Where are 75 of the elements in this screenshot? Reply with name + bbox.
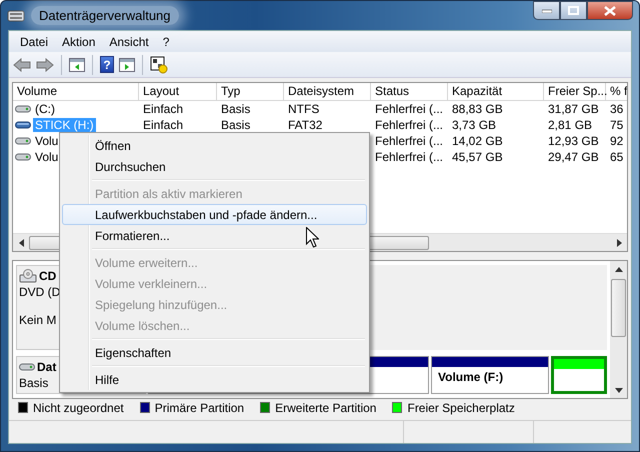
drive-label[interactable]: (C:) — [33, 102, 57, 116]
minimize-icon — [542, 8, 552, 12]
partition-block[interactable]: Volume (F:) — [431, 356, 549, 394]
menu-option[interactable]: Laufwerkbuchstaben und -pfade ändern... — [62, 204, 367, 225]
legend-label: Primäre Partition — [154, 400, 244, 414]
back-icon[interactable] — [13, 58, 31, 72]
table-cell: 36 — [610, 102, 624, 116]
legend-label: Freier Speicherplatz — [407, 400, 515, 414]
disk-name: Dat — [37, 360, 56, 374]
column-header[interactable]: Typ — [217, 83, 284, 100]
app-icon — [7, 8, 25, 24]
forward-icon[interactable] — [36, 58, 54, 72]
cd-drive-icon — [19, 269, 37, 283]
table-cell: 29,47 GB — [548, 150, 599, 164]
partition-label: Volume (F:) — [438, 370, 504, 384]
drive-icon — [15, 136, 31, 146]
menu-option[interactable]: Öffnen — [62, 135, 367, 156]
table-cell: 65 — [610, 150, 624, 164]
close-button[interactable] — [587, 1, 633, 20]
drive-label[interactable]: Volu — [33, 134, 60, 148]
table-cell: Basis — [221, 118, 250, 132]
menu-item[interactable]: Ansicht — [102, 32, 156, 50]
partition-block[interactable] — [551, 356, 607, 394]
menu-item[interactable]: Aktion — [55, 32, 102, 50]
table-cell: 12,93 GB — [548, 134, 599, 148]
table-cell: 2,81 GB — [548, 118, 592, 132]
maximize-icon — [568, 6, 579, 15]
panel-icon[interactable] — [69, 58, 85, 72]
table-cell: Einfach — [143, 118, 184, 132]
drive-icon — [15, 104, 31, 114]
usb-drive-icon — [15, 120, 31, 130]
disk-name: CD — [39, 269, 56, 283]
menu-item[interactable]: ? — [156, 32, 176, 50]
table-cell: Fehlerfrei (... — [375, 118, 444, 132]
table-cell: 45,57 GB — [452, 150, 503, 164]
disk-info: Kein M — [19, 313, 56, 327]
menu-option[interactable]: Hilfe — [62, 369, 367, 390]
column-header[interactable]: Status — [371, 83, 448, 100]
column-header[interactable]: Freier Sp... — [544, 83, 606, 100]
maximize-button[interactable] — [560, 1, 587, 20]
table-cell: 14,02 GB — [452, 134, 503, 148]
table-cell: 88,83 GB — [452, 102, 503, 116]
table-cell: Einfach — [143, 102, 184, 116]
help-icon[interactable]: ? — [100, 56, 114, 73]
column-header[interactable]: Kapazität — [448, 83, 544, 100]
table-cell: Fehlerfrei (... — [375, 102, 444, 116]
disk-info: Basis — [19, 376, 48, 390]
menu-option[interactable]: Durchsuchen — [62, 156, 367, 177]
drive-icon — [15, 152, 31, 162]
panel-icon[interactable] — [119, 58, 135, 72]
table-cell: Basis — [221, 102, 250, 116]
window-title: Datenträgerverwaltung — [31, 6, 179, 25]
table-cell: 3,73 GB — [452, 118, 496, 132]
column-header[interactable]: % f — [606, 83, 627, 100]
column-header[interactable]: Volume — [13, 83, 139, 100]
table-cell: Fehlerfrei (... — [375, 134, 444, 148]
table-cell: FAT32 — [288, 118, 322, 132]
menu-item[interactable]: Datei — [13, 32, 56, 50]
table-cell: NTFS — [288, 102, 320, 116]
column-header[interactable]: Layout — [139, 83, 217, 100]
table-cell: Fehlerfrei (... — [375, 150, 444, 164]
close-icon — [604, 6, 616, 16]
menu-option[interactable]: Eigenschaften — [62, 342, 367, 363]
properties-icon[interactable] — [150, 56, 168, 74]
table-cell: 75 — [610, 118, 624, 132]
legend-label: Nicht zugeordnet — [33, 400, 124, 414]
drive-icon — [19, 362, 35, 372]
scrollbar-thumb[interactable] — [611, 279, 626, 337]
legend-label: Erweiterte Partition — [275, 400, 376, 414]
drive-label[interactable]: Volu — [33, 150, 60, 164]
table-cell: 31,87 GB — [548, 102, 599, 116]
menu-option[interactable]: Formatieren... — [62, 225, 367, 246]
column-header[interactable]: Dateisystem — [284, 83, 371, 100]
minimize-button[interactable] — [533, 1, 560, 20]
table-cell: 92 — [610, 134, 624, 148]
